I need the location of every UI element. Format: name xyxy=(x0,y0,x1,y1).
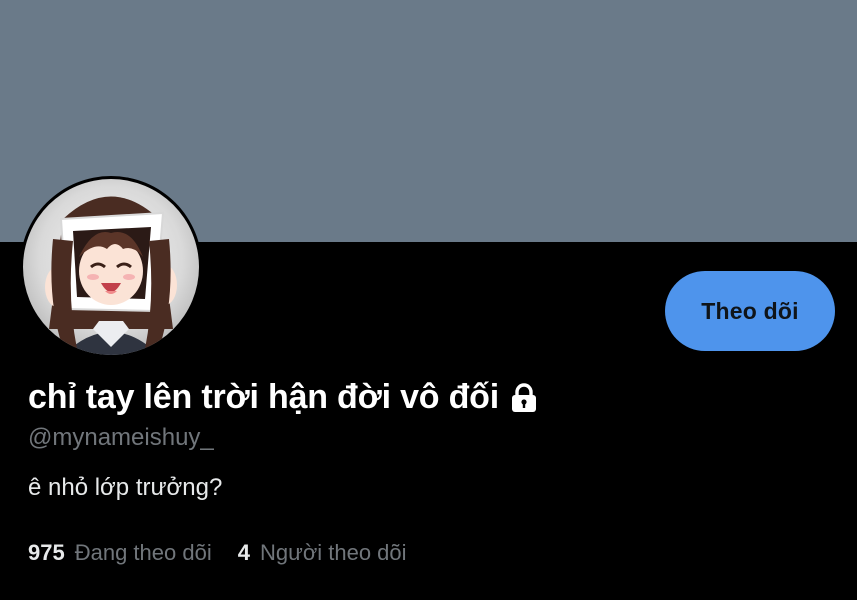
avatar-frame[interactable] xyxy=(20,176,202,358)
followers-label: Người theo dõi xyxy=(259,540,407,565)
following-count: 975 xyxy=(28,540,65,565)
avatar-image xyxy=(45,196,177,355)
display-name-row: chỉ tay lên trời hận đời vô đối xyxy=(28,378,541,417)
lock-icon xyxy=(507,381,541,415)
following-label: Đang theo dõi xyxy=(74,540,212,565)
profile-bio: ê nhỏ lớp trưởng? xyxy=(28,474,223,501)
profile-page: Theo dõi chỉ tay lên trời hận đời vô đối… xyxy=(0,0,857,600)
avatar[interactable] xyxy=(23,179,199,355)
following-stat[interactable]: 975 Đang theo dõi xyxy=(28,540,212,566)
profile-stats: 975 Đang theo dõi 4 Người theo dõi xyxy=(28,540,407,566)
followers-stat[interactable]: 4 Người theo dõi xyxy=(238,540,407,566)
display-name: chỉ tay lên trời hận đời vô đối xyxy=(28,378,499,416)
followers-count: 4 xyxy=(237,540,250,565)
follow-button[interactable]: Theo dõi xyxy=(665,271,835,351)
username: @mynameishuy_ xyxy=(28,424,214,451)
